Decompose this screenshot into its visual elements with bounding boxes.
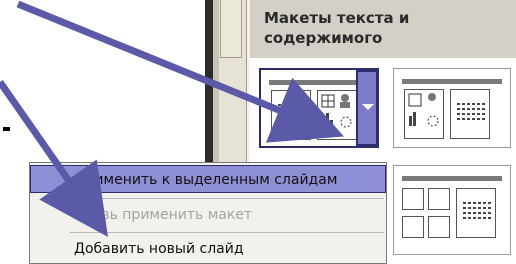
chart-icon [402, 188, 424, 210]
chart-icon-bar [330, 120, 333, 127]
person-icon [341, 94, 349, 102]
menu-item-reapply-layout[interactable]: Вновь применить макет [30, 201, 386, 229]
content-placeholder [404, 89, 444, 139]
tick-mark [3, 127, 10, 131]
content-icons [321, 94, 352, 128]
title-placeholder [269, 80, 369, 85]
chevron-down-icon [362, 104, 374, 110]
person-icon [428, 93, 436, 101]
task-pane-title: Макеты текста и содержимого [264, 9, 410, 47]
context-menu: Применить к выделенным слайдам Вновь при… [29, 162, 387, 264]
text-placeholder [450, 89, 490, 139]
chart-icon-bar [413, 112, 416, 126]
chart-icon-bar [326, 113, 329, 127]
text-placeholder [456, 188, 496, 238]
menu-separator [70, 232, 384, 233]
content-placeholder [317, 90, 357, 140]
chart-icon [409, 116, 412, 126]
person-icon [428, 188, 450, 210]
text-lines-icon [278, 101, 306, 124]
text-placeholder [271, 90, 311, 140]
text-lines-icon [457, 100, 485, 123]
scrollbar-thumb[interactable] [220, 0, 242, 58]
person-icon-body [340, 102, 350, 108]
person-icon [428, 216, 450, 238]
title-placeholder [402, 79, 502, 84]
layout-dropdown-button[interactable] [356, 70, 378, 146]
menu-separator [70, 198, 384, 199]
text-lines-icon [463, 199, 491, 222]
chart-icon [322, 117, 325, 127]
table-icon [408, 93, 422, 107]
layout-thumbnail[interactable] [393, 165, 511, 255]
clipart-icon [427, 115, 439, 127]
menu-item-add-new-slide[interactable]: Добавить новый слайд [30, 235, 386, 263]
content-icons [408, 93, 439, 127]
layout-thumbnail[interactable] [393, 68, 511, 148]
menu-item-apply-to-selected[interactable]: Применить к выделенным слайдам [30, 165, 386, 193]
chart-icon [402, 216, 424, 238]
clipart-icon [340, 116, 352, 128]
title-placeholder [402, 176, 502, 181]
